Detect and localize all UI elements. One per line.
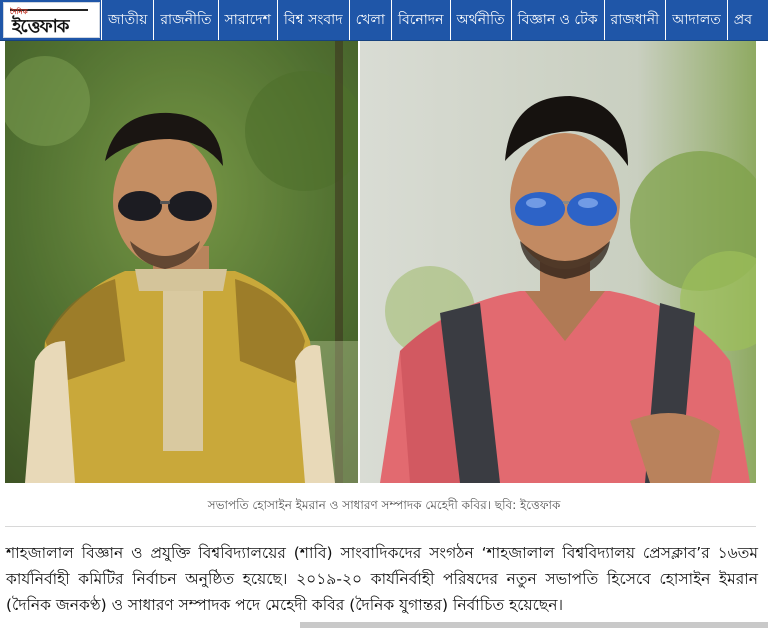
photo-general-secretary bbox=[360, 41, 756, 483]
president-portrait-image bbox=[5, 41, 358, 483]
nav-item-entertainment[interactable]: বিনোদন bbox=[390, 0, 450, 40]
logo-main-text: ইত্তেফাক bbox=[12, 16, 69, 37]
ittefaq-logo[interactable]: দৈনিক ইত্তেফাক bbox=[3, 2, 100, 38]
photo-president bbox=[5, 41, 358, 483]
general-secretary-portrait-image bbox=[360, 41, 756, 483]
nav-item-science-tech[interactable]: বিজ্ঞান ও টেক bbox=[510, 0, 604, 40]
nav-item-national[interactable]: জাতীয় bbox=[101, 0, 153, 40]
nav-item-countrywide[interactable]: সারাদেশ bbox=[217, 0, 277, 40]
photo-caption: সভাপতি হোসাইন ইমরান ও সাধারণ সম্পাদক মেহ… bbox=[207, 498, 561, 512]
nav-item-politics[interactable]: রাজনীতি bbox=[153, 0, 217, 40]
nav-item-more[interactable]: প্রব bbox=[726, 0, 758, 40]
nav-item-court[interactable]: আদালত bbox=[665, 0, 727, 40]
next-section-edge bbox=[300, 622, 768, 628]
nav-item-economy[interactable]: অর্থনীতি bbox=[449, 0, 511, 40]
nav-item-sports[interactable]: খেলা bbox=[348, 0, 391, 40]
nav-item-capital[interactable]: রাজধানী bbox=[603, 0, 666, 40]
nav-item-world[interactable]: বিশ্ব সংবাদ bbox=[276, 0, 349, 40]
top-navigation-bar: দৈনিক ইত্তেফাক জাতীয় রাজনীতি সারাদেশ বি… bbox=[0, 0, 768, 41]
section-divider bbox=[5, 526, 756, 527]
nav-menu: জাতীয় রাজনীতি সারাদেশ বিশ্ব সংবাদ খেলা … bbox=[101, 0, 758, 40]
article-paragraph: শাহজালাল বিজ্ঞান ও প্রযুক্তি বিশ্ববিদ্যা… bbox=[6, 544, 758, 614]
